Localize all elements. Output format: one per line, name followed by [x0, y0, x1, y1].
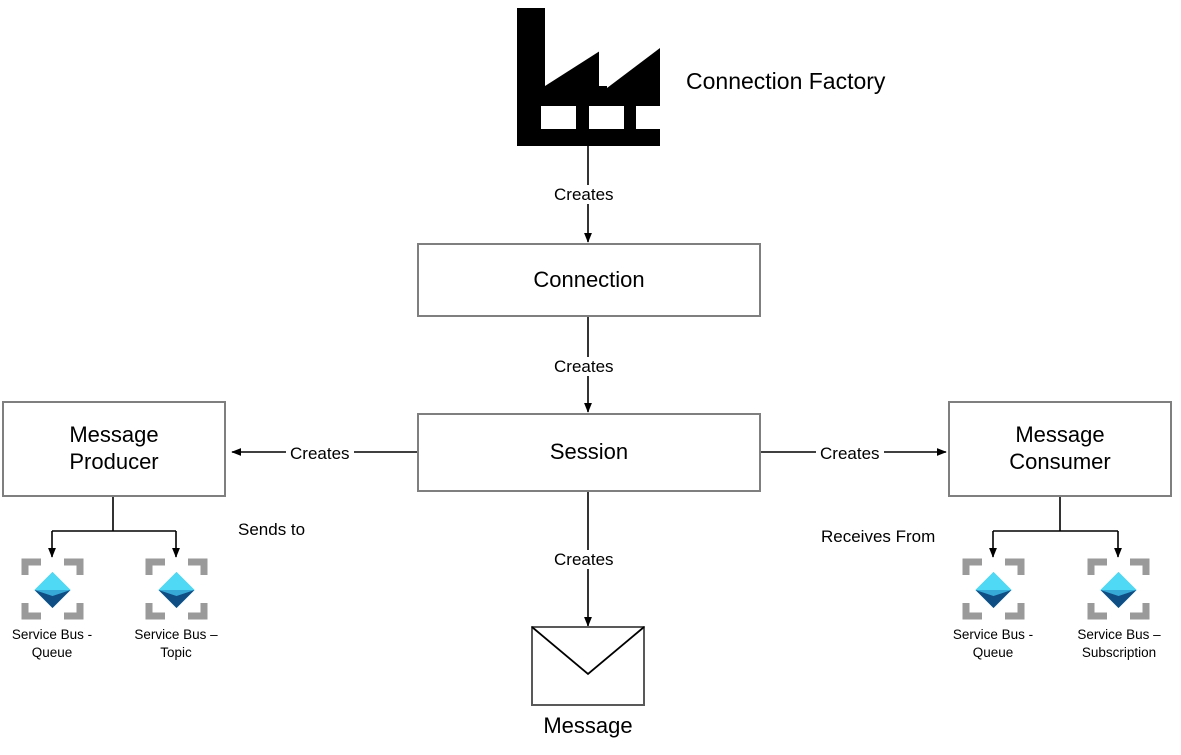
- edge-label-message-creates: Creates: [550, 550, 618, 569]
- edge-label-consumer-creates: Creates: [816, 444, 884, 463]
- node-connection-label: Connection: [533, 266, 645, 292]
- endpoint-caption-line1: Service Bus –: [1077, 627, 1161, 642]
- node-connection[interactable]: Connection: [417, 243, 761, 317]
- service-bus-icon-consumer-queue: [962, 557, 1025, 621]
- endpoint-caption-consumer-queue: Service Bus - Queue: [936, 626, 1050, 662]
- node-message-producer[interactable]: Message Producer: [2, 401, 226, 497]
- node-message-consumer-label-line1: Message: [1015, 422, 1105, 448]
- node-message-producer-label-line2: Producer: [69, 449, 159, 474]
- node-message-consumer[interactable]: Message Consumer: [948, 401, 1172, 497]
- endpoint-caption-line2: Subscription: [1081, 644, 1157, 660]
- service-bus-icon-producer-queue: [21, 557, 84, 621]
- service-bus-icon-consumer-subscription: [1087, 557, 1150, 621]
- edge-label-receives-from: Receives From: [821, 527, 936, 546]
- endpoint-caption-line2: Queue: [972, 644, 1014, 660]
- endpoint-caption-consumer-subscription: Service Bus – Subscription: [1062, 626, 1176, 662]
- endpoint-caption-line1: Service Bus –: [134, 627, 218, 642]
- edge-label-factory-creates: Creates: [550, 185, 618, 204]
- service-bus-icon-producer-topic: [145, 557, 208, 621]
- factory-icon: [511, 2, 666, 146]
- node-message-label: Message: [543, 713, 633, 738]
- endpoint-caption-producer-queue: Service Bus - Queue: [0, 626, 109, 662]
- endpoint-caption-producer-topic: Service Bus – Topic: [119, 626, 233, 662]
- node-session[interactable]: Session: [417, 413, 761, 492]
- node-session-label: Session: [549, 439, 629, 465]
- factory-icon-edge-mask: [660, 0, 674, 150]
- node-message-consumer-label-line2: Consumer: [1009, 449, 1111, 474]
- diagram-canvas: Connection Factory Creates Creates Creat…: [0, 0, 1181, 755]
- endpoint-caption-line2: Topic: [160, 644, 192, 660]
- endpoint-caption-line1: Service Bus -: [11, 627, 93, 642]
- endpoint-caption-line2: Queue: [31, 644, 73, 660]
- connection-factory-label: Connection Factory: [686, 68, 886, 94]
- edge-label-connection-creates: Creates: [550, 357, 618, 376]
- endpoint-caption-line1: Service Bus -: [952, 627, 1034, 642]
- envelope-icon: [531, 626, 645, 706]
- edge-label-sends-to: Sends to: [238, 520, 306, 539]
- edge-label-producer-creates: Creates: [286, 444, 354, 463]
- node-message-producer-label-line1: Message: [69, 422, 159, 448]
